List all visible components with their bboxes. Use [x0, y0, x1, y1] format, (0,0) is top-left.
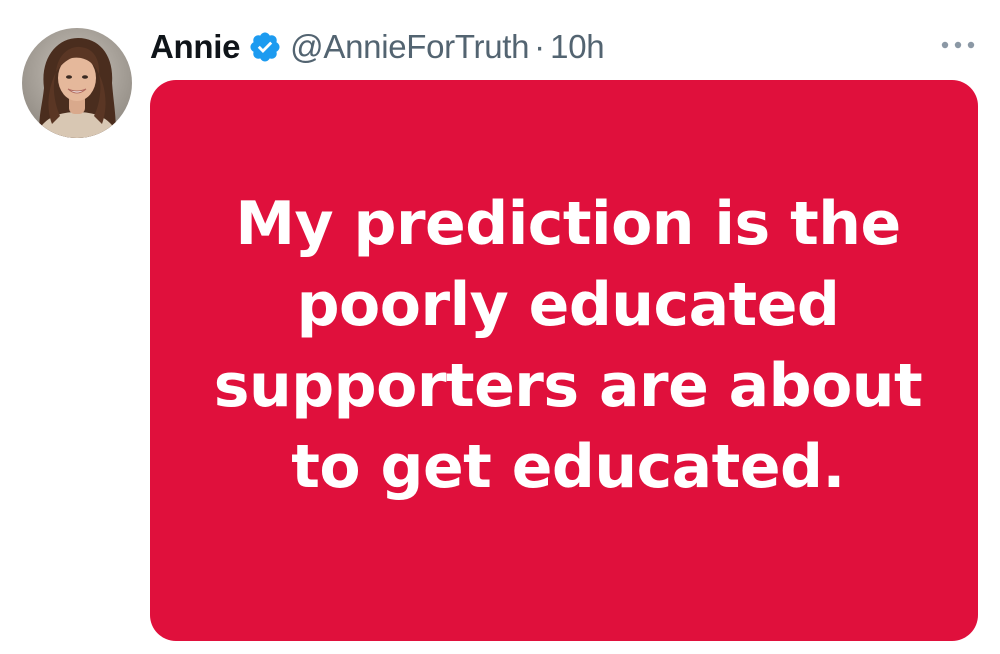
verified-badge-icon[interactable]	[248, 30, 282, 64]
tweet[interactable]: Annie @AnnieForTruth · 10h My prediction…	[0, 0, 1000, 654]
tweet-media-image[interactable]: My prediction is the poorly educated sup…	[150, 80, 978, 641]
media-image-text: My prediction is the poorly educated sup…	[213, 188, 923, 502]
separator-dot: ·	[534, 28, 546, 65]
tweet-header: Annie @AnnieForTruth · 10h	[150, 22, 605, 72]
more-options-icon[interactable]	[938, 32, 978, 58]
author-display-name[interactable]: Annie	[150, 28, 240, 66]
avatar[interactable]	[22, 28, 132, 138]
avatar-image	[22, 28, 132, 138]
tweet-timestamp[interactable]: 10h	[550, 28, 604, 66]
author-handle[interactable]: @AnnieForTruth	[290, 28, 529, 66]
